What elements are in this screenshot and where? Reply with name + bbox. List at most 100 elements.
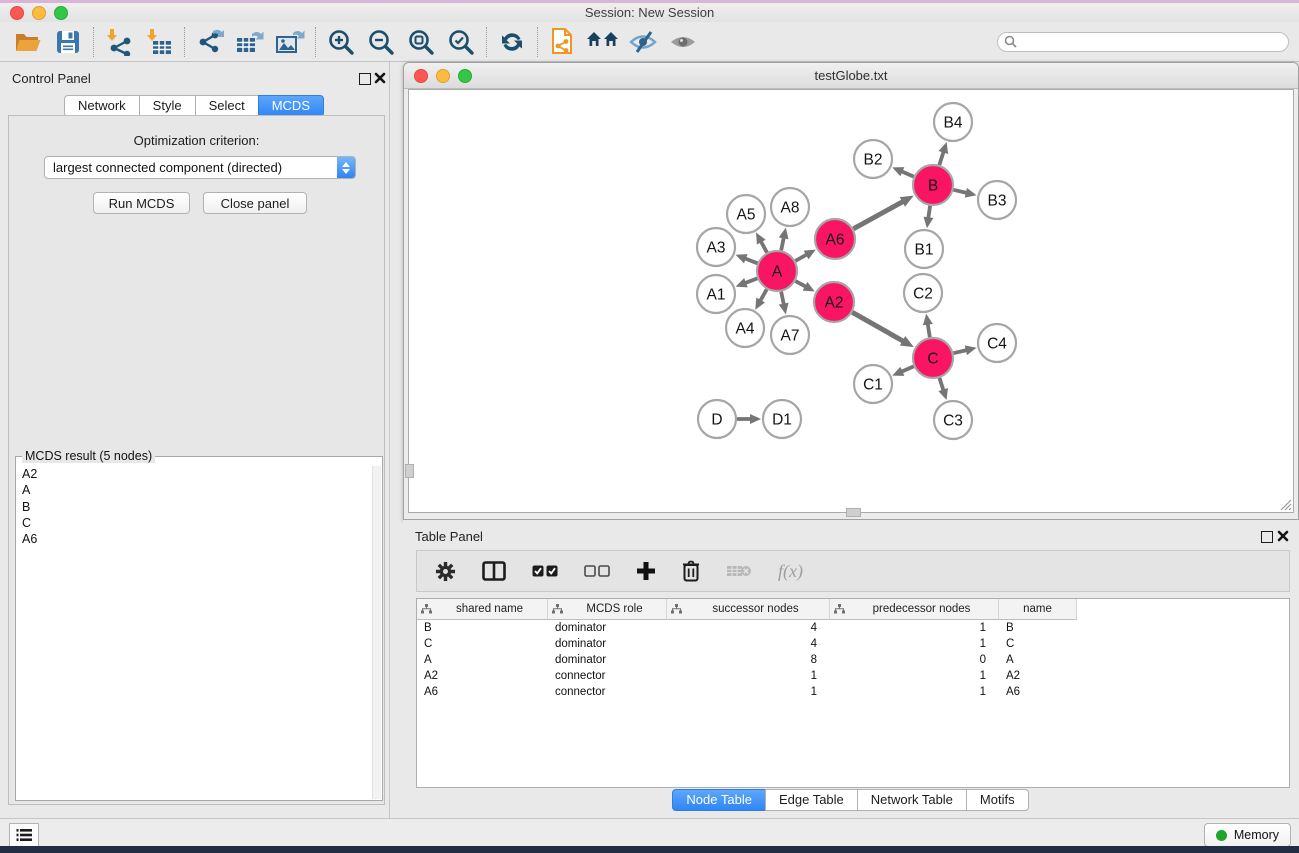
open-file-icon[interactable] bbox=[8, 25, 48, 59]
node-A3[interactable]: A3 bbox=[697, 228, 735, 266]
edge-A-A7[interactable] bbox=[779, 292, 789, 315]
node-A5[interactable]: A5 bbox=[727, 195, 765, 233]
column-header-shared-name[interactable]: shared name bbox=[417, 599, 548, 620]
edge-D-D1[interactable] bbox=[737, 414, 761, 424]
cell[interactable]: 0 bbox=[830, 652, 999, 668]
result-scrollbar[interactable] bbox=[372, 466, 381, 799]
node-B1[interactable]: B1 bbox=[905, 230, 943, 268]
cell[interactable]: connector bbox=[548, 684, 667, 700]
cell[interactable]: 1 bbox=[830, 668, 999, 684]
table-row[interactable]: Bdominator41B bbox=[417, 620, 1289, 636]
table-row[interactable]: Adominator80A bbox=[417, 652, 1289, 668]
edge-A-A8[interactable] bbox=[779, 228, 789, 251]
result-item[interactable]: A bbox=[17, 482, 373, 498]
edge-A-A2[interactable] bbox=[795, 281, 814, 291]
table-row[interactable]: Cdominator41C bbox=[417, 636, 1289, 652]
network-window-titlebar[interactable]: testGlobe.txt bbox=[404, 63, 1298, 89]
zoom-out-icon[interactable] bbox=[361, 25, 401, 59]
edge-C-C3[interactable] bbox=[938, 378, 948, 400]
result-item[interactable]: A6 bbox=[17, 531, 373, 547]
node-A1[interactable]: A1 bbox=[697, 275, 735, 313]
import-network-icon[interactable] bbox=[99, 25, 139, 59]
network-document-icon[interactable] bbox=[543, 25, 583, 59]
cell[interactable]: 4 bbox=[667, 620, 830, 636]
result-item[interactable]: C bbox=[17, 515, 373, 531]
cell[interactable]: A bbox=[999, 652, 1077, 668]
edge-B-B1[interactable] bbox=[924, 206, 934, 228]
tab-edge-table[interactable]: Edge Table bbox=[765, 789, 858, 811]
node-A2[interactable]: A2 bbox=[814, 282, 854, 322]
tab-select[interactable]: Select bbox=[195, 95, 259, 117]
node-A[interactable]: A bbox=[757, 251, 797, 291]
resize-grip[interactable] bbox=[1279, 498, 1292, 511]
node-B4[interactable]: B4 bbox=[934, 103, 972, 141]
column-view-icon[interactable] bbox=[482, 561, 506, 581]
node-C[interactable]: C bbox=[913, 338, 953, 378]
node-C3[interactable]: C3 bbox=[934, 401, 972, 439]
edge-B-B4[interactable] bbox=[939, 142, 949, 165]
edge-A2-C[interactable] bbox=[852, 312, 914, 347]
cell[interactable]: C bbox=[999, 636, 1077, 652]
edge-A-A3[interactable] bbox=[736, 254, 758, 263]
node-C4[interactable]: C4 bbox=[978, 324, 1016, 362]
edge-C-C1[interactable] bbox=[892, 366, 913, 376]
node-C1[interactable]: C1 bbox=[854, 365, 892, 403]
edge-B-B2[interactable] bbox=[892, 167, 913, 177]
node-D[interactable]: D bbox=[698, 400, 736, 438]
delete-column-icon[interactable] bbox=[682, 560, 700, 582]
deselect-all-icon[interactable] bbox=[584, 565, 610, 577]
node-B3[interactable]: B3 bbox=[978, 181, 1016, 219]
add-column-icon[interactable] bbox=[636, 561, 656, 581]
table-row[interactable]: A6connector11A6 bbox=[417, 684, 1289, 700]
edge-A-A5[interactable] bbox=[756, 232, 767, 252]
node-A4[interactable]: A4 bbox=[726, 309, 764, 347]
cell[interactable]: dominator bbox=[548, 652, 667, 668]
close-panel-button[interactable]: Close panel bbox=[203, 192, 307, 214]
function-builder-icon[interactable]: f(x) bbox=[778, 561, 803, 582]
cell[interactable]: 1 bbox=[667, 668, 830, 684]
node-A7[interactable]: A7 bbox=[771, 316, 809, 354]
cell[interactable]: 1 bbox=[667, 684, 830, 700]
cell[interactable]: B bbox=[417, 620, 548, 636]
export-network-icon[interactable] bbox=[190, 25, 230, 59]
tab-network-table[interactable]: Network Table bbox=[857, 789, 967, 811]
criterion-select[interactable]: largest connected component (directed) bbox=[44, 156, 356, 179]
cell[interactable]: A2 bbox=[417, 668, 548, 684]
import-table-icon[interactable] bbox=[139, 25, 179, 59]
show-details-icon[interactable] bbox=[663, 25, 703, 59]
tab-node-table[interactable]: Node Table bbox=[672, 789, 766, 811]
column-header-predecessor-nodes[interactable]: predecessor nodes bbox=[830, 599, 999, 620]
edge-A6-B[interactable] bbox=[853, 196, 913, 229]
cell[interactable]: connector bbox=[548, 668, 667, 684]
edge-B-B3[interactable] bbox=[953, 188, 976, 198]
cell[interactable]: B bbox=[999, 620, 1077, 636]
float-panel-icon[interactable] bbox=[359, 73, 371, 85]
result-item[interactable]: A2 bbox=[17, 466, 373, 482]
node-C2[interactable]: C2 bbox=[904, 274, 942, 312]
edge-A-A6[interactable] bbox=[795, 250, 815, 261]
cell[interactable]: 8 bbox=[667, 652, 830, 668]
edge-C-C4[interactable] bbox=[953, 345, 976, 355]
zoom-in-icon[interactable] bbox=[321, 25, 361, 59]
node-A6[interactable]: A6 bbox=[815, 219, 855, 259]
cell[interactable]: A bbox=[417, 652, 548, 668]
cell[interactable]: 4 bbox=[667, 636, 830, 652]
tab-motifs[interactable]: Motifs bbox=[966, 789, 1029, 811]
node-B2[interactable]: B2 bbox=[854, 140, 892, 178]
tab-network[interactable]: Network bbox=[64, 95, 140, 117]
float-table-panel-icon[interactable] bbox=[1261, 531, 1273, 543]
edge-A-A1[interactable] bbox=[736, 278, 758, 287]
cell[interactable]: dominator bbox=[548, 620, 667, 636]
cell[interactable]: A2 bbox=[999, 668, 1077, 684]
mcds-result-list[interactable]: A2ABCA6 bbox=[17, 466, 373, 799]
cell[interactable]: A6 bbox=[999, 684, 1077, 700]
node-A8[interactable]: A8 bbox=[771, 188, 809, 226]
result-item[interactable]: B bbox=[17, 499, 373, 515]
tab-mcds[interactable]: MCDS bbox=[258, 95, 324, 117]
column-header-MCDS-role[interactable]: MCDS role bbox=[548, 599, 667, 620]
zoom-selected-icon[interactable] bbox=[441, 25, 481, 59]
export-table-icon[interactable] bbox=[230, 25, 270, 59]
run-mcds-button[interactable]: Run MCDS bbox=[93, 192, 190, 214]
vertical-scrollbar-thumb[interactable] bbox=[405, 464, 414, 478]
close-panel-icon[interactable] bbox=[374, 72, 386, 84]
